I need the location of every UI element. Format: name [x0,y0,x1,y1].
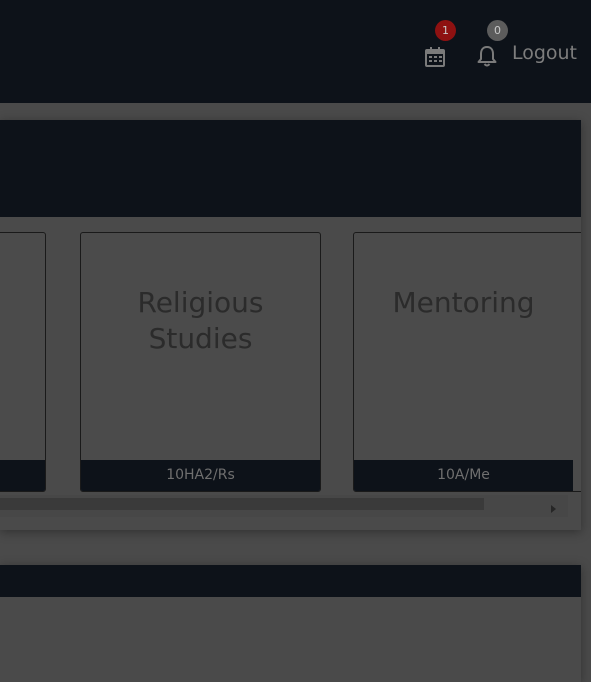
calendar-button[interactable]: 1 [420,20,456,68]
calendar-icon [424,47,445,67]
bell-icon [477,46,497,67]
class-card-mentoring[interactable]: Mentoring 10A/Me [353,232,581,492]
notifications-badge: 0 [486,20,508,41]
secondary-panel-header [0,565,581,597]
horizontal-scrollbar[interactable] [0,495,568,517]
top-navbar: 1 0 Logout [0,0,591,103]
panel-header [0,120,581,217]
class-card-title: Religious Studies [137,286,264,355]
chevron-right-icon[interactable] [551,505,556,513]
class-card-title: Mentoring [392,286,535,319]
scrollbar-thumb[interactable] [0,498,484,510]
class-card-code [0,460,45,491]
class-card-religious-studies[interactable]: Religious Studies 10HA2/Rs [80,232,321,492]
notifications-button[interactable]: 0 [472,20,508,68]
top-actions: 1 0 Logout [420,20,577,70]
class-card-0[interactable] [0,232,46,492]
class-card-code: 10A/Me [354,460,573,491]
class-card-code: 10HA2/Rs [81,460,320,491]
logout-link[interactable]: Logout [512,36,577,70]
class-cards-strip: Religious Studies 10HA2/Rs Mentoring 10A… [0,232,581,492]
calendar-badge: 1 [434,20,456,41]
classes-panel: Religious Studies 10HA2/Rs Mentoring 10A… [0,120,581,530]
secondary-panel [0,565,581,682]
